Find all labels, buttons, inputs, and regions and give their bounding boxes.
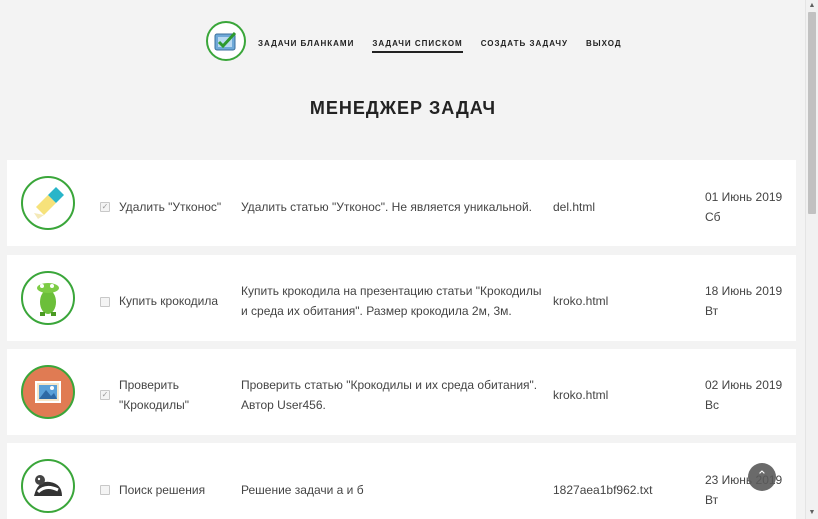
page-scrollbar[interactable]: ▲ ▼ <box>805 0 818 519</box>
eraser-icon <box>34 187 64 219</box>
task-avatar <box>21 271 75 325</box>
task-name: Поиск решения <box>119 483 206 497</box>
scroll-down-arrow-icon[interactable]: ▼ <box>806 507 818 519</box>
task-name: Удалить "Утконос" <box>119 200 222 214</box>
task-card: ✓ Проверить "Крокодилы" Проверить статью… <box>7 349 796 435</box>
task-date: 18 Июнь 2019 Вт <box>705 281 795 321</box>
task-date: 02 Июнь 2019 Вс <box>705 375 795 415</box>
task-checkbox[interactable]: ✓ <box>100 390 110 400</box>
task-checkbox[interactable]: ✓ <box>100 202 110 212</box>
crocodile-icon <box>37 283 59 316</box>
task-card: ✓ Удалить "Утконос" Удалить статью "Утко… <box>7 160 796 246</box>
task-file-link[interactable]: del.html <box>553 197 595 217</box>
skunk-icon <box>34 475 62 496</box>
picture-icon <box>35 381 61 403</box>
task-checkbox[interactable] <box>100 485 110 495</box>
task-avatar <box>21 176 75 230</box>
task-date-value: 02 Июнь 2019 <box>705 378 783 392</box>
scroll-up-arrow-icon[interactable]: ▲ <box>806 0 818 12</box>
task-date-value: 18 Июнь 2019 <box>705 284 783 298</box>
task-date: 01 Июнь 2019 Сб <box>705 187 795 227</box>
nav-logout[interactable]: ВЫХОД <box>586 39 622 53</box>
page-title: МЕНЕДЖЕР ЗАДАЧ <box>309 98 497 118</box>
task-file-link[interactable]: 1827aea1bf962.txt <box>553 480 652 500</box>
task-file-link[interactable]: kroko.html <box>553 291 608 311</box>
task-date-value: 01 Июнь 2019 <box>705 190 783 204</box>
logo[interactable] <box>206 21 246 61</box>
nav-tasks-list[interactable]: ЗАДАЧИ СПИСКОМ <box>372 39 463 53</box>
task-checkbox[interactable] <box>100 297 110 307</box>
task-weekday: Вт <box>705 304 719 318</box>
scroll-to-top-button[interactable]: ⌃ <box>748 463 776 491</box>
task-avatar <box>21 459 75 513</box>
page: ЗАДАЧИ БЛАНКАМИ ЗАДАЧИ СПИСКОМ СОЗДАТЬ З… <box>0 0 806 519</box>
main-nav: ЗАДАЧИ БЛАНКАМИ ЗАДАЧИ СПИСКОМ СОЗДАТЬ З… <box>258 39 640 53</box>
nav-tasks-cards[interactable]: ЗАДАЧИ БЛАНКАМИ <box>258 39 354 53</box>
task-card: Купить крокодила Купить крокодила на пре… <box>7 255 796 341</box>
task-description: Решение задачи а и б <box>241 483 364 497</box>
task-file-link[interactable]: kroko.html <box>553 385 608 405</box>
task-name: Проверить "Крокодилы" <box>119 378 189 412</box>
task-weekday: Сб <box>705 210 721 224</box>
task-card: Поиск решения Решение задачи а и б 1827a… <box>7 443 796 519</box>
scrollbar-thumb[interactable] <box>808 12 816 214</box>
task-avatar <box>21 365 75 419</box>
task-description: Купить крокодила на презентацию статьи "… <box>241 284 542 318</box>
nav-create-task[interactable]: СОЗДАТЬ ЗАДАЧУ <box>481 39 568 53</box>
task-name: Купить крокодила <box>119 294 219 308</box>
clipboard-check-icon <box>214 31 237 51</box>
task-description: Проверить статью "Крокодилы и их среда о… <box>241 378 538 412</box>
task-weekday: Вс <box>705 398 720 412</box>
task-weekday: Вт <box>705 493 719 507</box>
task-description: Удалить статью "Утконос". Не является ун… <box>241 200 533 214</box>
